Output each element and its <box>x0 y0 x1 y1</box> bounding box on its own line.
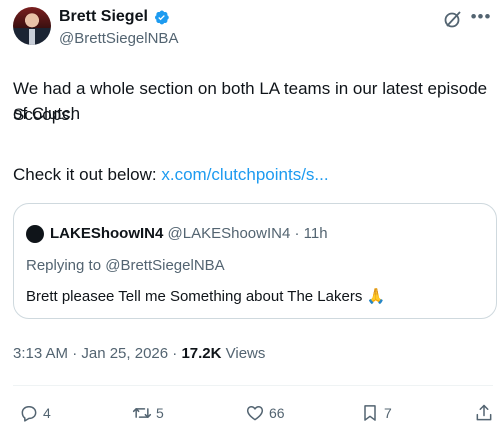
retweet-button[interactable]: 5 <box>132 402 164 424</box>
avatar[interactable] <box>13 7 51 45</box>
tweet: Brett Siegel @BrettSiegelNBA ••• We had … <box>0 0 500 440</box>
heart-icon <box>246 406 264 421</box>
bookmark-button[interactable]: 7 <box>360 402 392 424</box>
timestamp[interactable]: 3:13 AM · Jan 25, 2026 · <box>13 345 181 362</box>
author-name[interactable]: Brett Siegel <box>59 8 148 26</box>
share-button[interactable] <box>474 402 494 424</box>
quoted-replying-to: Replying to @BrettSiegelNBA <box>26 257 225 274</box>
retweet-count: 5 <box>156 405 164 421</box>
quoted-header: LAKEShoowIN4 @LAKEShoowIN4 · 11h <box>50 225 328 242</box>
divider <box>13 385 493 386</box>
author-handle[interactable]: @BrettSiegelNBA <box>59 30 178 47</box>
verified-badge-icon <box>154 10 169 24</box>
quoted-text: Brett pleasee Tell me Something about Th… <box>26 288 386 305</box>
quoted-author-meta: @LAKEShoowIN4 · 11h <box>163 225 328 242</box>
author-row: Brett Siegel <box>59 7 170 27</box>
like-button[interactable]: 66 <box>245 402 285 424</box>
retweet-icon <box>132 408 152 418</box>
reply-button[interactable]: 4 <box>19 402 51 424</box>
quoted-tweet[interactable]: LAKEShoowIN4 @LAKEShoowIN4 · 11h Replyin… <box>13 203 497 319</box>
post-text-line-3: Check it out below: x.com/clutchpoints/s… <box>13 162 493 187</box>
bookmark-count: 7 <box>384 405 392 421</box>
reply-icon <box>21 406 37 422</box>
quoted-author-name[interactable]: LAKEShoowIN4 <box>50 225 163 242</box>
quoted-avatar[interactable] <box>26 225 44 243</box>
more-options-icon[interactable]: ••• <box>470 8 492 30</box>
grok-icon[interactable] <box>442 8 464 30</box>
views-count: 17.2K <box>181 345 222 362</box>
post-text-line-2: Scoops. <box>13 105 75 124</box>
like-count: 66 <box>269 405 285 421</box>
post-text-prefix: Check it out below: <box>13 165 162 184</box>
post-meta: 3:13 AM · Jan 25, 2026 · 17.2K Views <box>13 345 265 362</box>
share-icon <box>476 404 492 421</box>
reply-count: 4 <box>43 405 51 421</box>
post-link[interactable]: x.com/clutchpoints/s... <box>161 165 328 184</box>
views-label: Views <box>221 345 266 362</box>
bookmark-icon <box>364 405 376 421</box>
